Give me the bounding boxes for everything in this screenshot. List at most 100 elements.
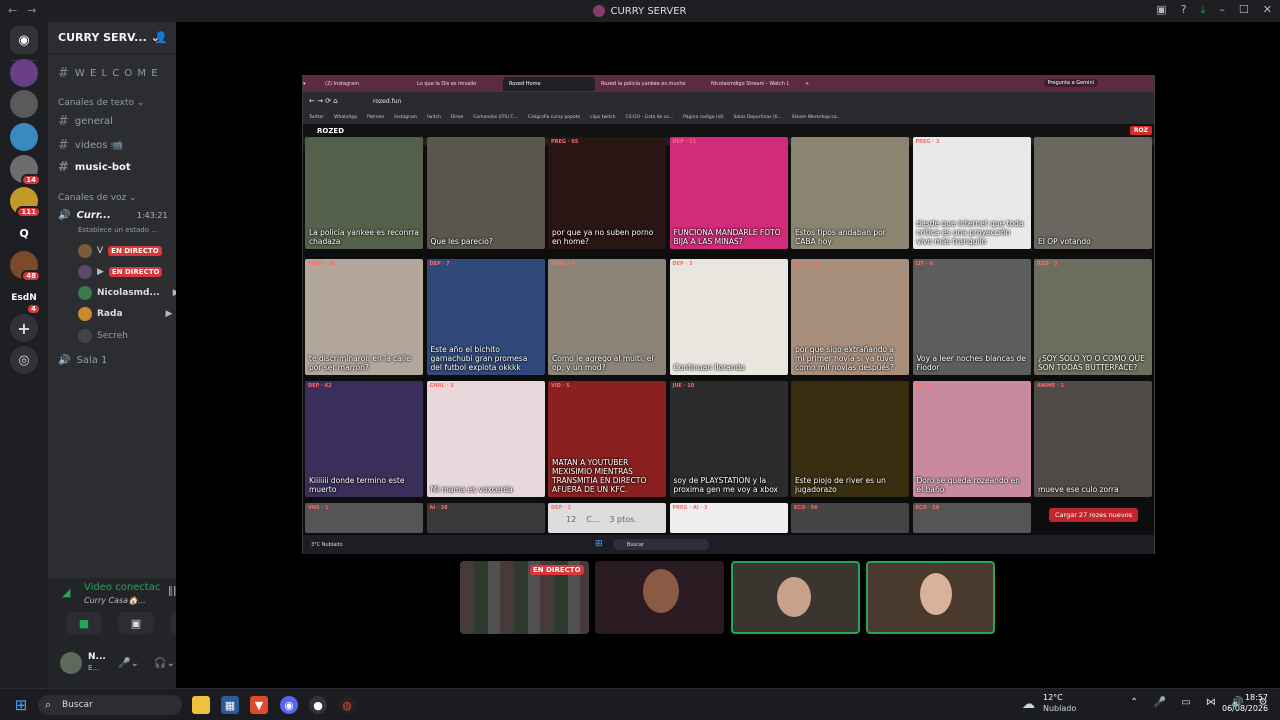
category-voice[interactable]: Canales de voz ⌄ (58, 193, 137, 203)
post-tile[interactable]: JUE · 10 soy de PLAYSTATION y la proxima … (669, 381, 788, 497)
brave-icon[interactable]: ▼ (250, 696, 268, 714)
post-tile[interactable]: PREG · 5 Como le agrego al multi, el op, … (548, 259, 666, 375)
server-icon-4[interactable]: 14 (10, 155, 41, 186)
post-tile[interactable]: DEP · 62 Kiiiiiii donde termino este muer… (305, 381, 423, 497)
bookmark[interactable]: Patreon (367, 115, 384, 120)
bookmark[interactable]: Comandos (ITS) C... (473, 115, 518, 120)
gemini-button[interactable]: Pregunta a Gemini (1043, 79, 1098, 87)
video-tile[interactable]: EN DIRECTO (460, 561, 589, 634)
browser-tab[interactable]: Lo que la Dis es imvailo (411, 77, 503, 91)
post-tile[interactable]: Que les parecio? (426, 137, 545, 249)
post-tile[interactable]: La policía yankee es reconrra chadaza (305, 137, 423, 249)
browser-tab[interactable]: Nicolasmdigo Stream - Watch L (705, 77, 805, 91)
tab-menu-icon[interactable]: ▾ (303, 81, 319, 87)
voice-user[interactable]: V EN DIRECTO (78, 244, 162, 258)
avatar[interactable] (60, 652, 82, 674)
screen-share-stream[interactable]: ▾ (2) Instagram Lo que la Dis es imvailo… (302, 75, 1155, 554)
voice-status[interactable]: Establece un estado ... (78, 226, 158, 234)
back-arrow-icon[interactable]: ← (8, 4, 17, 17)
post-tile[interactable]: DEP · 7 Este año el bichito garnachubi gr… (426, 259, 545, 375)
weather-temp[interactable]: 12°C (1043, 693, 1063, 702)
weather-desc[interactable]: Nublado (1043, 704, 1076, 713)
clock-time[interactable]: 18:57 (1230, 693, 1268, 702)
file-explorer-icon[interactable] (192, 696, 210, 714)
post-tile[interactable]: PREG · 65 por que ya no suben porno en ho… (548, 137, 666, 249)
new-tab-icon[interactable]: + (805, 81, 815, 87)
bookmark[interactable]: Caligrafía cursy popote (528, 115, 580, 120)
category-text[interactable]: Canales de texto ⌄ (58, 98, 144, 108)
post-tile[interactable]: Este piojo de river es un jugadorazo (791, 381, 909, 497)
add-user-icon[interactable]: 👤 (154, 31, 168, 44)
voice-channel-active[interactable]: 🔊 Curr... 1:43:21 (58, 210, 168, 221)
site-logo[interactable]: ROZED (317, 127, 344, 135)
post-tile[interactable]: DEP · 11 FUNCIONA MANDARLE FOTO BIJA A LA… (669, 137, 788, 249)
app-icon[interactable]: ● (309, 696, 327, 714)
server-icon-esdn[interactable]: EsdN 4 (10, 284, 41, 315)
post-tile[interactable]: DEP · 2 12 C... 3 ptos. (548, 503, 666, 533)
voice-channel-sala1[interactable]: 🔊 Sala 1 (58, 355, 107, 366)
bookmark[interactable]: Página codigo (id) (683, 115, 723, 120)
voice-user[interactable]: Nicolasmd...▶ (78, 286, 180, 300)
post-tile[interactable]: RZD · 3 ¿SOY SOLO YO O COMO QUE SON TODAS… (1034, 259, 1152, 375)
windows-start-icon[interactable]: ⊞ (12, 696, 30, 714)
mic-icon[interactable]: 🎤⌄ (118, 658, 139, 669)
voice-user[interactable]: Secreh (78, 329, 128, 343)
video-tile[interactable] (595, 561, 724, 634)
server-header[interactable]: CURRY SERV... ⌄ 👤 (48, 22, 176, 54)
close-icon[interactable]: ✕ (1263, 3, 1272, 17)
voice-user[interactable]: Rada ▶ (78, 307, 172, 321)
channel-general[interactable]: # general (58, 114, 113, 129)
post-tile[interactable]: VHS · 1 (305, 503, 423, 533)
server-icon-6[interactable]: 48 (10, 251, 41, 282)
post-tile[interactable]: ANIME · 1 mueve ese culo zorra (1034, 381, 1152, 497)
channel-videos[interactable]: # videos 📹 (58, 138, 123, 153)
video-tile[interactable] (866, 561, 995, 634)
help-icon[interactable]: ? (1181, 3, 1187, 17)
discord-home-icon[interactable]: ◉ (10, 26, 38, 54)
video-tile[interactable] (731, 561, 860, 634)
clock-date[interactable]: 06/08/2026 (1222, 704, 1268, 713)
bookmark[interactable]: Instagram (394, 115, 417, 120)
post-tile[interactable]: AI · 1 Doro se queda rozeando en el baño (912, 381, 1031, 497)
bookmark[interactable]: CS:GO - Lista de co... (626, 115, 674, 120)
store-icon[interactable]: ▦ (221, 696, 239, 714)
post-tile[interactable]: El OP votando (1034, 137, 1152, 249)
channel-music-bot[interactable]: # music-bot (58, 160, 131, 175)
obs-icon[interactable]: ◍ (338, 696, 356, 714)
bookmark[interactable]: twitch (427, 115, 441, 120)
server-icon-q[interactable]: Q (10, 219, 38, 247)
roz-button[interactable]: ROZ (1129, 126, 1152, 135)
screen-share-button[interactable]: ▣ (118, 612, 154, 634)
bookmark[interactable]: WhatsApp (334, 115, 357, 120)
discover-icon[interactable]: ◎ (10, 346, 38, 374)
browser-nav-icon[interactable]: ← → ⟳ ⌂ (309, 97, 338, 105)
discord-icon[interactable]: ◉ (280, 696, 298, 714)
server-icon-5[interactable]: 111 (10, 187, 41, 218)
load-more-button[interactable]: Cargar 27 rozes nuevos (1049, 508, 1139, 522)
post-tile[interactable]: ECO · 59 (912, 503, 1031, 533)
server-icon-3[interactable] (10, 123, 38, 151)
bookmark[interactable]: Rinse (451, 115, 463, 120)
inbox-icon[interactable]: ▣ (1156, 3, 1166, 17)
taskbar-search[interactable]: ⌕ Buscar (38, 695, 182, 715)
post-tile[interactable]: PREG · AI · 3 (669, 503, 788, 533)
add-server-icon[interactable]: + (10, 314, 38, 342)
server-icon-1[interactable] (10, 59, 38, 87)
browser-tab[interactable]: Rozed la policía yankee es mucho (595, 77, 705, 91)
post-tile[interactable]: GNRL · 3 Mi mama es voxcerda (426, 381, 545, 497)
post-tile[interactable]: VID · 5 MATAN A YOUTUBER MEXISIMIO MIENTR… (548, 381, 666, 497)
download-icon[interactable]: ⤓ (1201, 3, 1206, 17)
post-tile[interactable]: PREG · 3 desde que internet que toda crít… (912, 137, 1031, 249)
forward-arrow-icon[interactable]: → (27, 4, 36, 17)
server-icon-2[interactable] (10, 90, 38, 118)
post-tile[interactable]: LIT · 6 Voy a leer noches blancas de Fiod… (912, 259, 1031, 375)
post-tile[interactable]: Estos tipos andaban por CABA hoy (791, 137, 909, 249)
bookmark[interactable]: Salas Deportivas (6... (734, 115, 782, 120)
minimize-icon[interactable]: – (1219, 3, 1225, 17)
headset-icon[interactable]: 🎧⌄ (154, 658, 175, 669)
post-tile[interactable]: ECO · 56 (791, 503, 909, 533)
bookmark[interactable]: clips twitch (590, 115, 615, 120)
address-bar[interactable]: ← → ⟳ ⌂ rozed.fun (303, 92, 1154, 110)
bookmark[interactable]: Twitter (309, 115, 324, 120)
maximize-icon[interactable]: ☐ (1239, 3, 1249, 17)
